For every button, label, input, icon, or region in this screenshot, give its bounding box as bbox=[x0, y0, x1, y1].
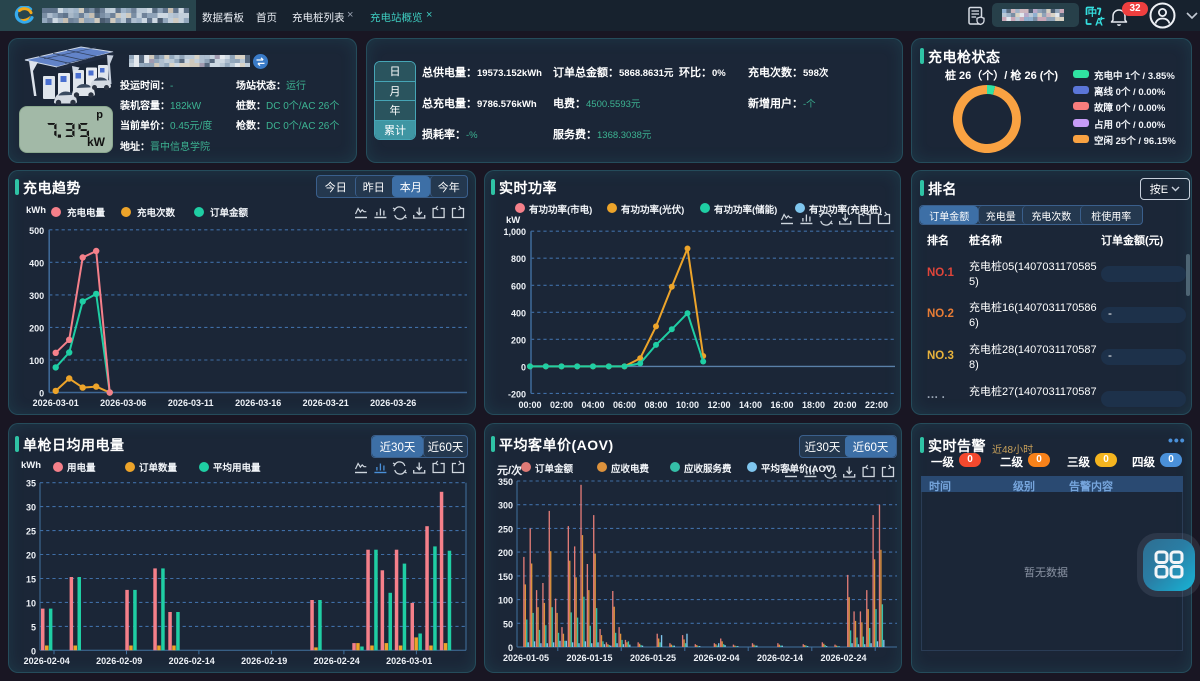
svg-text:0: 0 bbox=[39, 389, 44, 399]
svg-text:06:00: 06:00 bbox=[613, 400, 636, 410]
svg-text:2026-03-26: 2026-03-26 bbox=[370, 398, 416, 408]
svg-text:800: 800 bbox=[511, 254, 526, 264]
svg-text:300: 300 bbox=[498, 501, 513, 511]
svg-text:20:00: 20:00 bbox=[833, 400, 856, 410]
svg-text:600: 600 bbox=[511, 281, 526, 291]
svg-text:200: 200 bbox=[29, 323, 44, 333]
svg-text:2026-02-09: 2026-02-09 bbox=[96, 656, 142, 666]
svg-text:2026-03-06: 2026-03-06 bbox=[100, 398, 146, 408]
svg-text:2026-02-19: 2026-02-19 bbox=[241, 656, 287, 666]
svg-text:20: 20 bbox=[26, 551, 36, 561]
svg-text:10: 10 bbox=[26, 598, 36, 608]
svg-text:-200: -200 bbox=[508, 389, 526, 399]
svg-text:2026-01-25: 2026-01-25 bbox=[630, 653, 676, 663]
svg-text:400: 400 bbox=[511, 308, 526, 318]
svg-text:00:00: 00:00 bbox=[518, 400, 541, 410]
svg-text:0: 0 bbox=[521, 362, 526, 372]
svg-text:0: 0 bbox=[31, 646, 36, 656]
svg-text:1,000: 1,000 bbox=[503, 227, 526, 237]
svg-text:300: 300 bbox=[29, 291, 44, 301]
svg-text:12:00: 12:00 bbox=[707, 400, 730, 410]
svg-text:2026-02-14: 2026-02-14 bbox=[169, 656, 215, 666]
svg-text:100: 100 bbox=[29, 356, 44, 366]
svg-text:25: 25 bbox=[26, 527, 36, 537]
svg-text:2026-02-24: 2026-02-24 bbox=[314, 656, 360, 666]
svg-text:500: 500 bbox=[29, 226, 44, 236]
svg-text:400: 400 bbox=[29, 258, 44, 268]
svg-text:2026-02-04: 2026-02-04 bbox=[24, 656, 70, 666]
svg-text:16:00: 16:00 bbox=[770, 400, 793, 410]
svg-text:250: 250 bbox=[498, 524, 513, 534]
svg-text:04:00: 04:00 bbox=[581, 400, 604, 410]
svg-text:2026-01-15: 2026-01-15 bbox=[566, 653, 612, 663]
svg-text:0: 0 bbox=[508, 643, 513, 653]
svg-text:15: 15 bbox=[26, 575, 36, 585]
svg-text:2026-01-05: 2026-01-05 bbox=[503, 653, 549, 663]
svg-text:18:00: 18:00 bbox=[802, 400, 825, 410]
svg-text:2026-03-01: 2026-03-01 bbox=[33, 398, 79, 408]
svg-text:22:00: 22:00 bbox=[865, 400, 888, 410]
svg-text:150: 150 bbox=[498, 572, 513, 582]
svg-text:2026-03-21: 2026-03-21 bbox=[303, 398, 349, 408]
svg-text:10:00: 10:00 bbox=[676, 400, 699, 410]
svg-text:5: 5 bbox=[31, 622, 36, 632]
svg-text:100: 100 bbox=[498, 596, 513, 606]
svg-text:2026-03-01: 2026-03-01 bbox=[386, 656, 432, 666]
svg-text:350: 350 bbox=[498, 477, 513, 487]
svg-text:2026-02-04: 2026-02-04 bbox=[693, 653, 739, 663]
svg-text:35: 35 bbox=[26, 479, 36, 489]
svg-text:2026-02-24: 2026-02-24 bbox=[820, 653, 866, 663]
svg-text:30: 30 bbox=[26, 503, 36, 513]
svg-text:14:00: 14:00 bbox=[739, 400, 762, 410]
svg-text:02:00: 02:00 bbox=[550, 400, 573, 410]
svg-text:2026-03-16: 2026-03-16 bbox=[235, 398, 281, 408]
svg-text:08:00: 08:00 bbox=[644, 400, 667, 410]
svg-text:2026-03-11: 2026-03-11 bbox=[168, 398, 214, 408]
svg-text:200: 200 bbox=[498, 548, 513, 558]
svg-text:200: 200 bbox=[511, 335, 526, 345]
svg-text:2026-02-14: 2026-02-14 bbox=[757, 653, 803, 663]
svg-text:50: 50 bbox=[503, 619, 513, 629]
